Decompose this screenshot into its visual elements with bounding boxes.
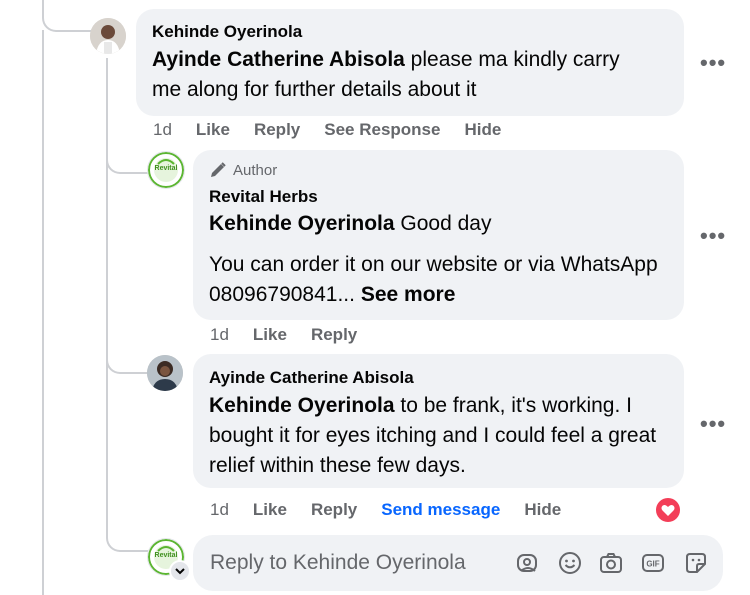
- mention-link[interactable]: Kehinde Oyerinola: [209, 394, 395, 417]
- camera-icon[interactable]: [598, 550, 624, 576]
- hide-button[interactable]: Hide: [464, 120, 501, 140]
- thread-line-main: [106, 58, 108, 538]
- reply-placeholder: Reply to Kehinde Oyerinola: [210, 551, 466, 574]
- comment-bubble: Author Revital Herbs Kehinde Oyerinola G…: [193, 150, 684, 320]
- timestamp[interactable]: 1d: [153, 120, 172, 140]
- more-options-button[interactable]: •••: [700, 411, 726, 437]
- author-badge-label: Author: [233, 161, 278, 179]
- hide-button[interactable]: Hide: [524, 500, 561, 520]
- comment-author[interactable]: Kehinde Oyerinola: [152, 22, 302, 42]
- send-message-button[interactable]: Send message: [381, 500, 500, 520]
- love-reaction-icon[interactable]: [654, 496, 682, 524]
- see-response-button[interactable]: See Response: [324, 120, 440, 140]
- avatar[interactable]: [90, 18, 126, 54]
- comment-author[interactable]: Revital Herbs: [209, 187, 318, 207]
- comment-body: Kehinde Oyerinola Good day: [209, 209, 659, 239]
- timestamp[interactable]: 1d: [210, 325, 229, 345]
- thread-line-top: [42, 0, 94, 32]
- more-options-button[interactable]: •••: [700, 223, 726, 249]
- more-options-button[interactable]: •••: [700, 50, 726, 76]
- see-more-link[interactable]: See more: [355, 283, 456, 306]
- thread-branch-2: [106, 350, 148, 374]
- comment-actions: 1d Like Reply See Response Hide: [153, 120, 525, 140]
- comment-body: Ayinde Catherine Abisola please ma kindl…: [152, 45, 652, 105]
- sticker-icon[interactable]: [683, 550, 709, 576]
- like-button[interactable]: Like: [253, 325, 287, 345]
- reply-button[interactable]: Reply: [254, 120, 300, 140]
- page-avatar-label: Revital: [154, 165, 178, 172]
- timestamp[interactable]: 1d: [210, 500, 229, 520]
- like-button[interactable]: Like: [196, 120, 230, 140]
- reply-button[interactable]: Reply: [311, 325, 357, 345]
- emoji-icon[interactable]: [557, 550, 583, 576]
- gif-icon[interactable]: GIF: [640, 550, 666, 576]
- avatar-sticker-icon[interactable]: [515, 550, 541, 576]
- mention-link[interactable]: Ayinde Catherine Abisola: [152, 48, 405, 71]
- reply-button[interactable]: Reply: [311, 500, 357, 520]
- chevron-down-icon[interactable]: [169, 560, 191, 582]
- comment-bubble: Kehinde Oyerinola Ayinde Catherine Abiso…: [136, 9, 684, 116]
- thread-branch-1: [106, 150, 148, 174]
- comment-author[interactable]: Ayinde Catherine Abisola: [209, 368, 414, 388]
- comment-text: Good day: [394, 212, 492, 235]
- reply-input[interactable]: Reply to Kehinde Oyerinola GIF: [193, 535, 723, 591]
- thread-branch-3: [106, 530, 148, 552]
- thread-line-outer: [42, 30, 44, 595]
- comment-actions: 1d Like Reply Send message Hide: [210, 500, 585, 520]
- page-avatar[interactable]: Revital: [147, 151, 185, 189]
- svg-text:GIF: GIF: [646, 560, 659, 569]
- mention-link[interactable]: Kehinde Oyerinola: [209, 212, 395, 235]
- pencil-icon: [209, 161, 227, 179]
- avatar[interactable]: [147, 355, 183, 391]
- comment-body: Kehinde Oyerinola to be frank, it's work…: [209, 391, 669, 481]
- comment-bubble: Ayinde Catherine Abisola Kehinde Oyerino…: [193, 354, 684, 488]
- like-button[interactable]: Like: [253, 500, 287, 520]
- comment-body-continued: You can order it on our website or via W…: [209, 250, 669, 310]
- composer-avatar-label: Revital: [154, 552, 178, 559]
- comment-actions: 1d Like Reply: [210, 325, 381, 345]
- author-badge: Author: [209, 161, 277, 179]
